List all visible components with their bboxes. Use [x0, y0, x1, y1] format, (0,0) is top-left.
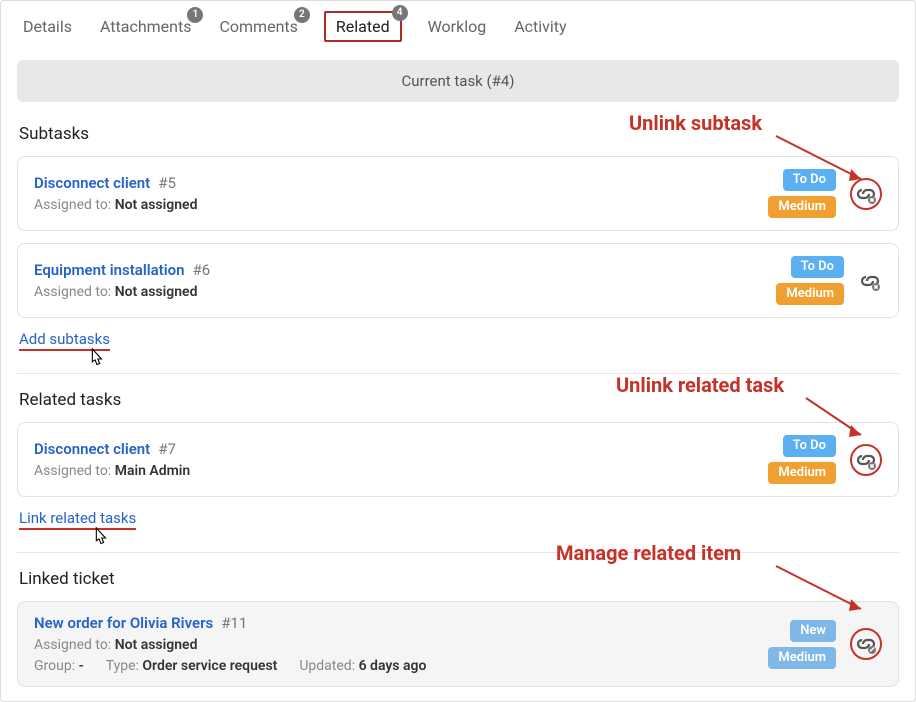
priority-badge: Medium — [768, 462, 836, 484]
assigned-value: Main Admin — [115, 463, 191, 479]
priority-badge: Medium — [776, 283, 844, 305]
tab-label: Activity — [514, 17, 566, 36]
ticket-ref: #11 — [221, 614, 247, 632]
manage-linked-item-button[interactable] — [850, 628, 882, 660]
related-heading: Related tasks — [19, 390, 899, 410]
tab-comments[interactable]: Comments 2 — [217, 13, 299, 40]
related-task-card: Disconnect client #7 Assigned to: Main A… — [17, 422, 899, 497]
add-subtasks-link[interactable]: Add subtasks — [19, 330, 110, 351]
type-value: Order service request — [142, 658, 277, 674]
card-content: Disconnect client #5 Assigned to: Not as… — [34, 174, 197, 213]
related-ref: #7 — [158, 440, 176, 458]
section-divider — [17, 552, 899, 553]
unlink-icon — [854, 448, 878, 472]
link-text: Link related tasks — [19, 509, 136, 527]
tab-label: Related — [336, 17, 390, 36]
assigned-label: Assigned to: — [34, 637, 111, 653]
tab-badge: 1 — [187, 7, 203, 23]
card-content: Disconnect client #7 Assigned to: Main A… — [34, 440, 190, 479]
priority-badge: Medium — [768, 647, 836, 669]
priority-badge: Medium — [768, 196, 836, 218]
type-label: Type: — [106, 658, 139, 674]
unlink-subtask-button[interactable] — [850, 178, 882, 210]
subtask-title-link[interactable]: Equipment installation — [34, 261, 184, 279]
linked-ticket-card: New order for Olivia Rivers #11 Assigned… — [17, 601, 899, 687]
cursor-pointer-icon — [89, 525, 111, 555]
subtask-card: Disconnect client #5 Assigned to: Not as… — [17, 156, 899, 231]
tab-badge: 2 — [294, 7, 310, 23]
status-badge: To Do — [783, 435, 836, 457]
current-task-text: Current task (#4) — [401, 72, 514, 90]
unlink-related-button[interactable] — [850, 444, 882, 476]
tab-label: Attachments — [100, 17, 192, 36]
group-value: - — [79, 658, 84, 674]
assigned-label: Assigned to: — [34, 197, 111, 213]
assigned-label: Assigned to: — [34, 284, 111, 300]
card-content: Equipment installation #6 Assigned to: N… — [34, 261, 210, 300]
link-related-tasks-link[interactable]: Link related tasks — [19, 509, 136, 530]
tab-worklog[interactable]: Worklog — [426, 13, 489, 40]
current-task-banner: Current task (#4) — [17, 60, 899, 102]
tab-attachments[interactable]: Attachments 1 — [98, 13, 194, 40]
status-badge: To Do — [791, 256, 844, 278]
tab-label: Details — [23, 17, 72, 36]
updated-value: 6 days ago — [359, 658, 427, 674]
unlink-icon — [854, 182, 878, 206]
cursor-pointer-icon — [85, 346, 107, 376]
assigned-value: Not assigned — [115, 637, 198, 653]
related-tab-panel: Details Attachments 1 Comments 2 Related… — [0, 0, 916, 702]
tab-bar: Details Attachments 1 Comments 2 Related… — [17, 11, 899, 42]
linked-ticket-heading: Linked ticket — [19, 569, 899, 589]
tab-activity[interactable]: Activity — [512, 13, 568, 40]
tab-label: Comments — [219, 17, 297, 36]
card-content: New order for Olivia Rivers #11 Assigned… — [34, 614, 426, 674]
tab-badge: 4 — [392, 5, 408, 21]
unlink-subtask-button[interactable] — [858, 269, 882, 293]
group-label: Group: — [34, 658, 75, 674]
assigned-value: Not assigned — [115, 197, 198, 213]
link-manage-icon — [854, 632, 878, 656]
updated-label: Updated: — [299, 658, 355, 674]
tab-label: Worklog — [428, 17, 487, 36]
subtask-ref: #5 — [158, 174, 176, 192]
assigned-value: Not assigned — [115, 284, 198, 300]
status-badge: To Do — [783, 169, 836, 191]
related-title-link[interactable]: Disconnect client — [34, 440, 150, 458]
subtask-card: Equipment installation #6 Assigned to: N… — [17, 243, 899, 318]
annotation-manage-item: Manage related item — [556, 541, 741, 565]
assigned-label: Assigned to: — [34, 463, 111, 479]
unlink-icon — [858, 269, 882, 293]
tab-details[interactable]: Details — [21, 13, 74, 40]
subtasks-heading: Subtasks — [19, 124, 899, 144]
status-badge: New — [790, 620, 836, 642]
section-divider — [17, 373, 899, 374]
tab-related[interactable]: Related 4 — [324, 11, 402, 42]
subtask-ref: #6 — [192, 261, 210, 279]
subtask-title-link[interactable]: Disconnect client — [34, 174, 150, 192]
ticket-title-link[interactable]: New order for Olivia Rivers — [34, 614, 213, 632]
